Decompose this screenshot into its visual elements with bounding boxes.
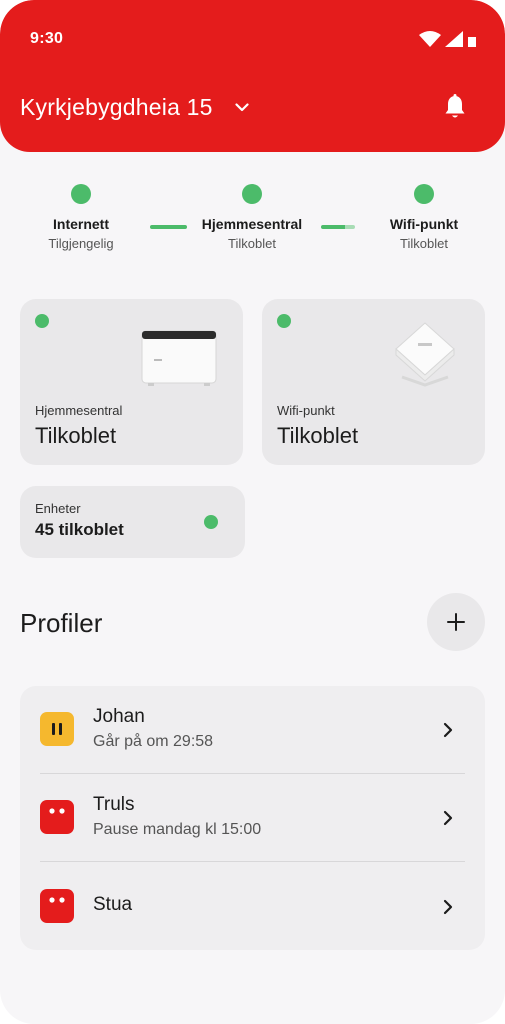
units-card-value: 45 tilkoblet xyxy=(35,520,124,539)
pause-avatar xyxy=(40,712,74,746)
connection-overview: Internett Tilgjengelig Hjemmesentral Til… xyxy=(0,184,505,264)
status-icons xyxy=(419,31,477,47)
profile-item-johan[interactable]: Johan Går på om 29:58 xyxy=(20,686,485,774)
hub-status-text: Tilkoblet xyxy=(228,236,276,251)
address-selector[interactable]: Kyrkjebygdheia 15 xyxy=(20,94,249,121)
app-screen: 9:30 Kyrkjebygdheia 15 Internett Tilgjen… xyxy=(0,0,505,1024)
chevron-right-icon xyxy=(443,899,453,915)
chevron-down-icon xyxy=(235,103,249,112)
bell-icon[interactable] xyxy=(443,94,467,120)
profile-name: Stua xyxy=(93,894,133,915)
profile-item-truls[interactable]: Truls Pause mandag kl 15:00 xyxy=(20,774,485,862)
address-label: Kyrkjebygdheia 15 xyxy=(20,94,213,120)
profiles-title: Profiler xyxy=(20,608,103,638)
hub-card-label: Hjemmesentral xyxy=(35,403,123,418)
wifi-card-label: Wifi-punkt xyxy=(277,403,335,418)
face-icon xyxy=(49,808,65,814)
cellular-signal-icon xyxy=(445,31,463,47)
status-dot xyxy=(204,515,218,529)
status-dot xyxy=(35,314,49,328)
status-dot xyxy=(277,314,291,328)
connection-line xyxy=(321,225,355,229)
wifi-card[interactable]: Wifi-punkt Tilkoblet xyxy=(262,299,485,465)
plus-icon xyxy=(447,613,465,631)
internet-status[interactable]: Internett Tilgjengelig xyxy=(11,184,151,251)
hub-card-value: Tilkoblet xyxy=(35,423,117,448)
hub-title: Hjemmesentral xyxy=(201,216,303,232)
internet-status-text: Tilgjengelig xyxy=(48,236,114,251)
units-card[interactable]: Enheter 45 tilkoblet xyxy=(20,486,245,558)
wifi-card-value: Tilkoblet xyxy=(277,423,359,448)
wifi-status[interactable]: Wifi-punkt Tilkoblet xyxy=(354,184,494,251)
wifi-point-image xyxy=(395,322,455,387)
app-header: 9:30 Kyrkjebygdheia 15 xyxy=(0,0,505,152)
wifi-signal-icon xyxy=(419,31,441,47)
profile-item-stua[interactable]: Stua xyxy=(20,862,485,950)
status-dot xyxy=(242,184,262,204)
profile-name: Johan xyxy=(93,706,145,727)
router-image xyxy=(141,330,217,386)
profile-status: Pause mandag kl 15:00 xyxy=(93,821,262,838)
pause-icon xyxy=(52,723,62,735)
battery-icon xyxy=(468,37,476,47)
status-dot xyxy=(414,184,434,204)
wifi-title: Wifi-punkt xyxy=(389,216,459,232)
status-dot xyxy=(71,184,91,204)
profile-status: Går på om 29:58 xyxy=(93,733,214,750)
status-time: 9:30 xyxy=(30,30,64,47)
profile-avatar xyxy=(40,889,74,923)
profile-name: Truls xyxy=(93,794,135,815)
internet-title: Internett xyxy=(53,216,109,232)
chevron-right-icon xyxy=(443,722,453,738)
face-icon xyxy=(49,897,65,903)
chevron-right-icon xyxy=(443,810,453,826)
add-profile-button[interactable] xyxy=(427,593,485,651)
profile-avatar xyxy=(40,800,74,834)
units-card-label: Enheter xyxy=(35,501,81,516)
hub-status[interactable]: Hjemmesentral Tilkoblet xyxy=(182,184,322,251)
profiles-list: Johan Går på om 29:58 Truls Pause mandag… xyxy=(20,686,485,950)
hub-card[interactable]: Hjemmesentral Tilkoblet xyxy=(20,299,243,465)
wifi-status-text: Tilkoblet xyxy=(400,236,448,251)
